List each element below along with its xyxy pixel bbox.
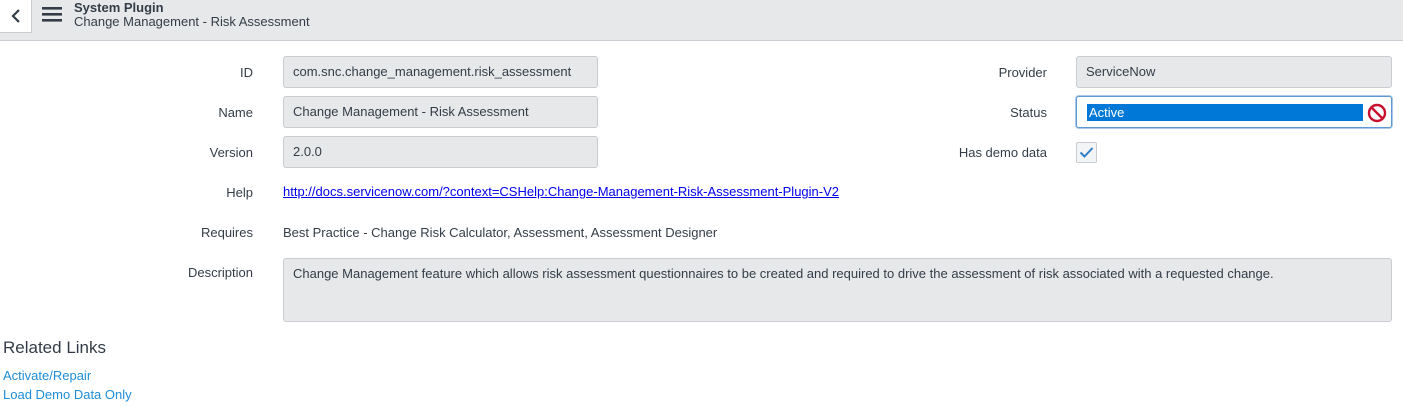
id-field[interactable]: com.snc.change_management.risk_assessmen… xyxy=(283,56,598,88)
provider-field[interactable]: ServiceNow xyxy=(1076,56,1392,88)
id-label: ID xyxy=(240,65,253,80)
name-label: Name xyxy=(218,105,253,120)
version-label: Version xyxy=(209,145,253,160)
form-header: System Plugin Change Management - Risk A… xyxy=(0,0,1403,41)
checkmark-icon xyxy=(1079,147,1094,158)
chevron-left-icon xyxy=(10,9,20,23)
demo-data-checkbox[interactable] xyxy=(1076,142,1097,163)
requires-value: Best Practice - Change Risk Calculator, … xyxy=(283,225,718,240)
description-field[interactable]: Change Management feature which allows r… xyxy=(283,258,1392,322)
demo-data-label: Has demo data xyxy=(958,145,1047,160)
back-button[interactable] xyxy=(0,0,32,33)
header-titles: System Plugin Change Management - Risk A… xyxy=(74,0,310,29)
prohibited-icon xyxy=(1367,103,1387,123)
activate-repair-link[interactable]: Activate/Repair xyxy=(3,368,91,383)
name-field[interactable]: Change Management - Risk Assessment xyxy=(283,96,598,128)
help-link[interactable]: http://docs.servicenow.com/?context=CSHe… xyxy=(283,184,839,199)
requires-label: Requires xyxy=(200,225,253,240)
page-subtitle: Change Management - Risk Assessment xyxy=(74,14,310,29)
version-field[interactable]: 2.0.0 xyxy=(283,136,598,168)
description-label: Description xyxy=(187,265,253,280)
provider-label: Provider xyxy=(998,65,1047,80)
page-title: System Plugin xyxy=(74,0,164,15)
status-field[interactable]: Active xyxy=(1076,96,1392,128)
related-links-title: Related Links xyxy=(3,338,107,357)
hamburger-menu-icon xyxy=(42,7,62,22)
help-label: Help xyxy=(226,185,253,200)
status-value: Active xyxy=(1087,104,1363,121)
load-demo-data-link[interactable]: Load Demo Data Only xyxy=(3,387,132,402)
hamburger-menu-button[interactable] xyxy=(41,6,65,26)
status-label: Status xyxy=(1010,105,1047,120)
